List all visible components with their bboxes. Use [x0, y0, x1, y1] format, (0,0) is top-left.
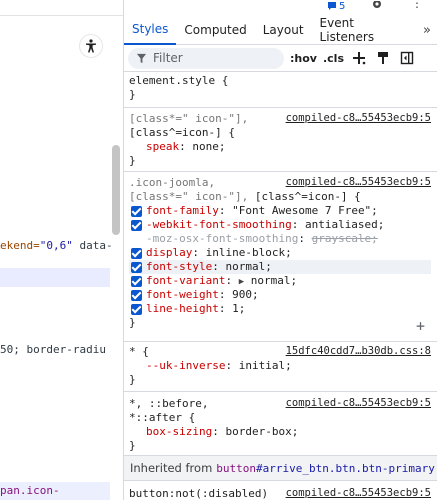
- declaration-checkbox[interactable]: [131, 290, 142, 301]
- left-scrollbar[interactable]: [112, 145, 120, 235]
- rule-universal: * { 15dfc40cdd7…b30db.css:8 --uk-inverse…: [124, 342, 437, 392]
- elements-code-pane: ekend="0,6" data- 50; border-radiu pan.i…: [0, 0, 124, 500]
- declaration-checkbox[interactable]: [131, 206, 142, 217]
- sidebar-tabs: Styles Computed Layout Event Listeners »: [124, 16, 437, 45]
- rule-selector[interactable]: [class^=icon-] {: [129, 126, 431, 140]
- declaration[interactable]: font-weight: 900;: [129, 288, 431, 302]
- declaration[interactable]: line-height: 1;: [129, 302, 431, 316]
- declaration[interactable]: -webkit-font-smoothing: antialiased;: [129, 218, 431, 232]
- breadcrumb-selected[interactable]: pan.icon-calendar: [0, 482, 110, 500]
- left-toolbar-strip: [0, 0, 123, 16]
- more-options-icon[interactable]: ⋮: [411, 0, 423, 10]
- rule-pseudo-elements: *, ::before, *::after { compiled-c8…5545…: [124, 392, 437, 456]
- filter-input[interactable]: [153, 51, 273, 65]
- rule-close: }: [129, 88, 136, 101]
- issues-badge[interactable]: 5: [327, 0, 345, 12]
- declaration-checkbox[interactable]: [131, 248, 142, 259]
- rule-close: }: [129, 316, 136, 329]
- tab-layout[interactable]: Layout: [255, 16, 312, 45]
- new-style-rule-icon[interactable]: [350, 49, 368, 67]
- source-link[interactable]: compiled-c8…55453ecb9:5: [286, 176, 431, 188]
- declaration-overridden[interactable]: -moz-osx-font-smoothing: grayscale;: [129, 232, 431, 246]
- hov-toggle[interactable]: :hov: [290, 52, 317, 65]
- declaration[interactable]: --uk-inverse: initial;: [129, 359, 431, 373]
- source-link[interactable]: compiled-c8…55453ecb9:5: [286, 112, 431, 124]
- styles-rules-list: element.style { } [class*=" icon-"], [cl…: [124, 72, 437, 500]
- toggle-sidebar-icon[interactable]: [398, 49, 416, 67]
- tab-event-listeners[interactable]: Event Listeners: [312, 16, 417, 45]
- rule-icon-joomla: .icon-joomla, [class*=" icon-"], [class^…: [124, 172, 437, 342]
- declaration[interactable]: box-sizing: border-box;: [129, 425, 431, 439]
- tab-computed[interactable]: Computed: [176, 16, 254, 45]
- inherited-selector[interactable]: #arrive_btn.btn.btn-primary: [256, 462, 435, 475]
- rule-element-style: element.style { }: [124, 72, 437, 108]
- declaration-checkbox[interactable]: [131, 262, 142, 273]
- declaration[interactable]: speak: none;: [129, 140, 431, 154]
- declaration[interactable]: display: inline-block;: [129, 246, 431, 260]
- cls-toggle[interactable]: .cls: [323, 52, 344, 65]
- source-link[interactable]: compiled-c8…55453ecb9:5: [286, 397, 431, 409]
- tab-styles[interactable]: Styles: [124, 16, 177, 45]
- more-tabs-chevron-icon[interactable]: »: [417, 16, 437, 45]
- rule-icon-selector: [class*=" icon-"], [class^=icon-] { comp…: [124, 108, 437, 172]
- settings-icon[interactable]: [371, 0, 383, 14]
- message-icon: [328, 2, 336, 10]
- source-link[interactable]: 15dfc40cdd7…b30db.css:8: [286, 345, 431, 357]
- rule-close: }: [129, 154, 136, 167]
- declaration-checkbox[interactable]: [131, 220, 142, 231]
- rule-button-not-disabled: button:not(:disabled) compiled-c8…55453e…: [124, 481, 437, 500]
- rule-close: }: [129, 439, 136, 452]
- filter-icon: [136, 53, 147, 63]
- declaration-checkbox[interactable]: [131, 276, 142, 287]
- source-link[interactable]: compiled-c8…55453ecb9:5: [286, 487, 431, 499]
- code-line: ekend="0,6" data-: [0, 239, 113, 252]
- styles-toolbar: :hov .cls: [124, 45, 437, 72]
- declaration[interactable]: font-variant: ▶ normal;: [129, 274, 431, 288]
- rule-selector[interactable]: [class*=" icon-"], [class^=icon-] {: [129, 190, 431, 204]
- rule-selector[interactable]: element.style {: [129, 74, 431, 88]
- paint-brush-icon[interactable]: [374, 49, 392, 67]
- highlighted-code-row[interactable]: [0, 268, 110, 287]
- add-declaration-icon[interactable]: +: [416, 317, 425, 335]
- expand-triangle-icon[interactable]: ▶: [239, 277, 244, 287]
- declaration[interactable]: font-style: normal;: [129, 260, 431, 274]
- devtools-top-strip: 5 ⋮: [124, 0, 437, 16]
- declaration[interactable]: font-family: "Font Awesome 7 Free";: [129, 204, 431, 218]
- code-line: 50; border-radiu: [0, 343, 106, 356]
- rule-selector[interactable]: *::after {: [129, 411, 431, 425]
- accessibility-icon[interactable]: [79, 34, 103, 58]
- inherited-label: Inherited from: [130, 461, 213, 475]
- declaration-checkbox[interactable]: [131, 304, 142, 315]
- inherited-header: Inherited from button #arrive_btn.btn.btn…: [124, 456, 437, 481]
- inherited-element-link[interactable]: button: [216, 462, 256, 475]
- breadcrumb-label: pan.icon-calendar: [0, 484, 60, 497]
- filter-box: [128, 47, 284, 69]
- rule-close: }: [129, 373, 136, 386]
